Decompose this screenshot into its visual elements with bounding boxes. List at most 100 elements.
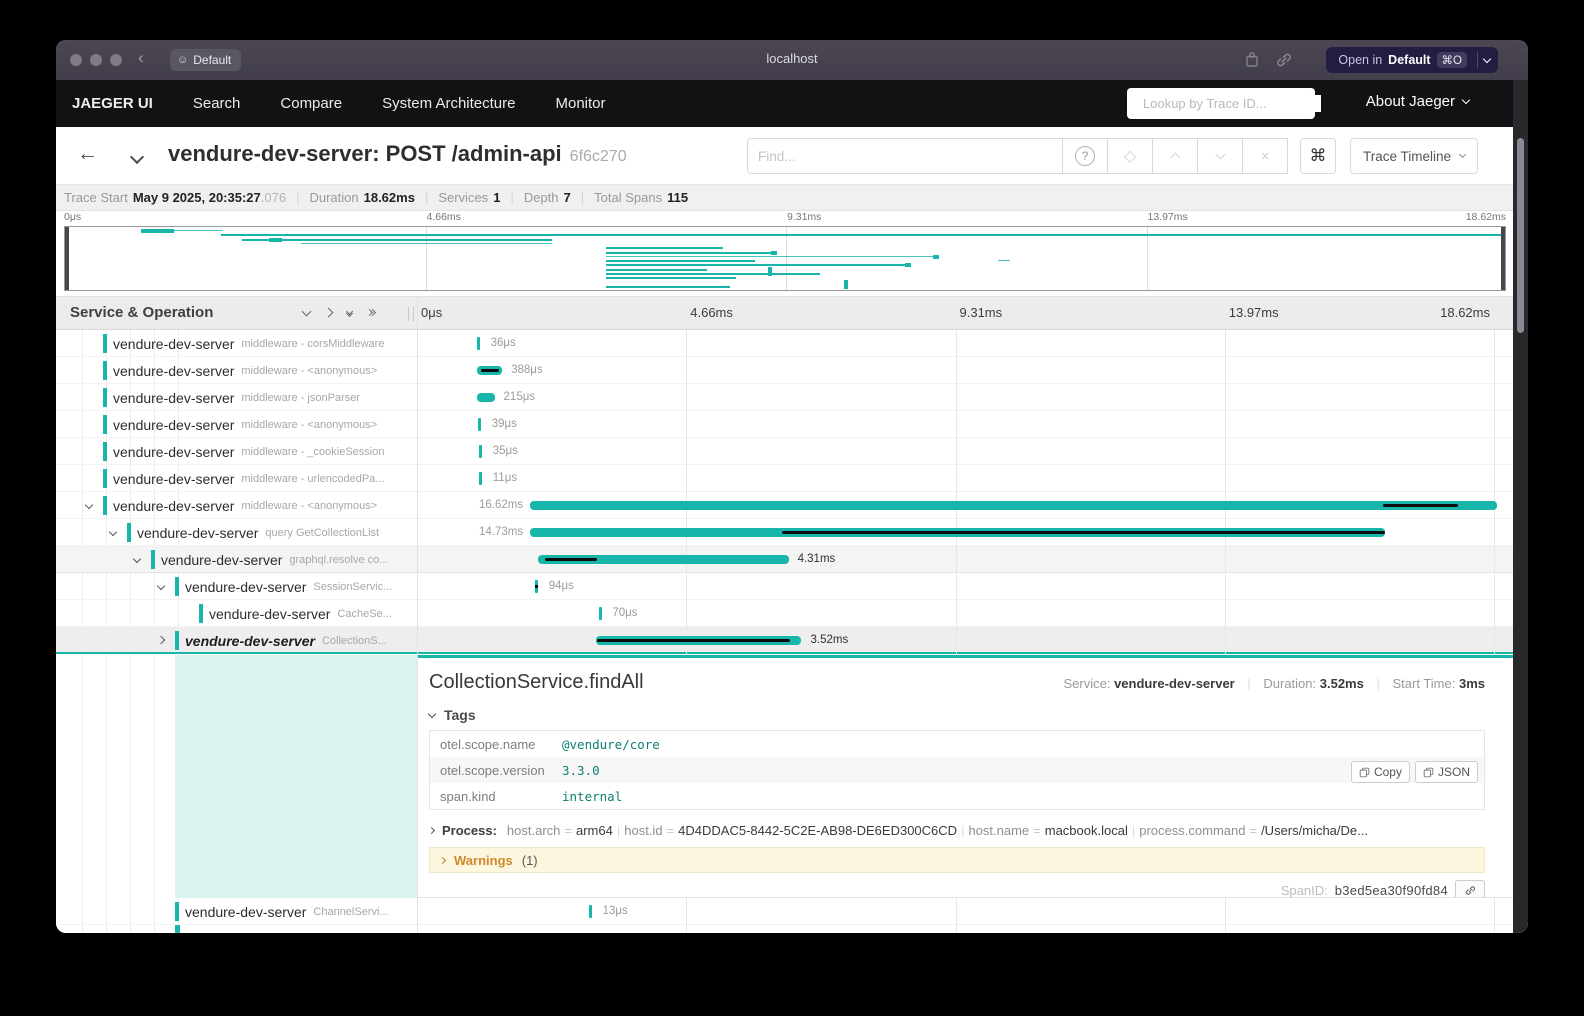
open-in-target: Default bbox=[1388, 53, 1430, 67]
equals-sign: = bbox=[667, 823, 675, 838]
start-time-value: 3ms bbox=[1459, 676, 1485, 691]
span-detail-panel: CollectionService.findAll Service: vendu… bbox=[417, 655, 1513, 898]
chevron-down-icon[interactable] bbox=[85, 501, 93, 509]
service-color-bar bbox=[103, 496, 107, 515]
keyboard-shortcuts-button[interactable]: ⌘ bbox=[1300, 138, 1336, 174]
span-row-left[interactable]: vendure-dev-serverquery GetCollectionLis… bbox=[56, 519, 417, 546]
chevron-down-icon[interactable] bbox=[109, 528, 117, 536]
nav-item-search[interactable]: Search bbox=[193, 95, 241, 112]
span-row-right[interactable]: 36μs bbox=[417, 330, 1494, 357]
span-tick[interactable] bbox=[479, 472, 482, 485]
span-row-left[interactable]: vendure-dev-servermiddleware - _cookieSe… bbox=[56, 438, 417, 465]
span-tick[interactable] bbox=[589, 905, 592, 918]
span-row-left[interactable]: vendure-dev-servermiddleware - urlencode… bbox=[56, 465, 417, 492]
span-row-left[interactable]: vendure-dev-serverSessionServic... bbox=[56, 573, 417, 600]
collapse-trace-chevron-icon[interactable] bbox=[132, 149, 142, 167]
span-row-left[interactable]: vendure-dev-servermiddleware - <anonymou… bbox=[56, 492, 417, 519]
span-bar[interactable] bbox=[477, 393, 494, 402]
spanid-value: b3ed5ea30f90fd84 bbox=[1335, 883, 1448, 898]
chevron-right-icon[interactable] bbox=[157, 636, 165, 644]
warnings-section-toggle[interactable]: Warnings (1) bbox=[429, 847, 1485, 873]
span-tick[interactable] bbox=[478, 418, 481, 431]
span-row-right[interactable]: 215μs bbox=[417, 384, 1494, 411]
services-label: Services bbox=[438, 190, 488, 205]
expand-all-icon[interactable] bbox=[367, 310, 375, 315]
timeline-header: Service & Operation 0μs4.66ms9.31ms13.97… bbox=[56, 296, 1513, 330]
warnings-count: (1) bbox=[522, 853, 538, 868]
span-tick[interactable] bbox=[479, 445, 482, 458]
span-row-left[interactable]: vendure-dev-serverCacheSe... bbox=[56, 600, 417, 627]
tags-section-toggle[interactable]: Tags bbox=[429, 707, 1485, 723]
span-labels: vendure-dev-serverCollectionS... bbox=[185, 627, 417, 654]
trace-summary-bar: Trace Start May 9 2025, 20:35:27.076 | D… bbox=[56, 185, 1513, 211]
scrollbar-thumb[interactable] bbox=[1517, 138, 1524, 333]
deep-link-button[interactable] bbox=[1455, 880, 1485, 898]
copy-link-icon[interactable] bbox=[1274, 50, 1294, 70]
process-key: host.arch bbox=[507, 823, 560, 838]
span-tick[interactable] bbox=[599, 607, 602, 620]
collapse-one-icon[interactable] bbox=[302, 307, 312, 317]
open-in-default-button[interactable]: Open in Default ⌘O bbox=[1326, 47, 1498, 73]
span-row-left[interactable]: vendure-dev-serverChannelServi... bbox=[56, 898, 417, 925]
tag-row[interactable]: otel.scope.name@vendure/core bbox=[430, 731, 1484, 757]
span-row-right[interactable]: 70μs bbox=[417, 600, 1494, 627]
chevron-down-icon[interactable] bbox=[157, 582, 165, 590]
process-section-toggle[interactable]: Process: host.arch=arm64|host.id=4D4DDAC… bbox=[429, 823, 1485, 838]
minimap-gridline bbox=[426, 227, 427, 290]
depth-label: Depth bbox=[524, 190, 559, 205]
span-row-right[interactable]: 39μs bbox=[417, 411, 1494, 438]
chevron-down-icon[interactable] bbox=[1483, 54, 1491, 62]
address-bar[interactable]: localhost bbox=[56, 51, 1528, 66]
span-row-left[interactable]: vendure-dev-servermiddleware - <anonymou… bbox=[56, 411, 417, 438]
minimap-left-drag-handle[interactable] bbox=[65, 227, 69, 290]
span-row-left[interactable]: vendure-dev-servermiddleware - corsMiddl… bbox=[56, 330, 417, 357]
find-help-button[interactable]: ? bbox=[1063, 138, 1108, 174]
span-row-right[interactable]: 94μs bbox=[417, 573, 1494, 600]
span-row-right[interactable]: 16.62ms bbox=[417, 492, 1494, 519]
extensions-puzzle-icon[interactable] bbox=[1242, 50, 1262, 70]
about-jaeger-menu[interactable]: About Jaeger bbox=[1366, 93, 1469, 110]
jaeger-logo[interactable]: JAEGER UI bbox=[72, 95, 153, 112]
find-next-button[interactable] bbox=[1198, 138, 1243, 174]
trace-view-selector[interactable]: Trace Timeline bbox=[1350, 138, 1478, 174]
span-row-left[interactable]: vendure-dev-serverCollectionS... bbox=[56, 627, 417, 654]
span-row-right[interactable]: 13μs bbox=[417, 898, 1494, 925]
scrollbar-track[interactable] bbox=[1513, 80, 1528, 933]
tag-row[interactable]: span.kindinternal bbox=[430, 783, 1484, 809]
nav-item-compare[interactable]: Compare bbox=[280, 95, 342, 112]
nav-item-monitor[interactable]: Monitor bbox=[555, 95, 605, 112]
span-row-left[interactable]: vendure-dev-servermiddleware - <anonymou… bbox=[56, 357, 417, 384]
find-scope-button[interactable]: ◇ bbox=[1108, 138, 1153, 174]
span-row-left[interactable]: vendure-dev-servergraphql.resolve co... bbox=[56, 546, 417, 573]
tag-row[interactable]: otel.scope.version3.3.0 bbox=[430, 757, 1484, 783]
span-bar[interactable] bbox=[530, 501, 1497, 510]
minimap-right-drag-handle[interactable] bbox=[1501, 227, 1505, 290]
expand-one-icon[interactable] bbox=[324, 308, 334, 318]
span-row-left[interactable]: vendure-dev-servermiddleware - jsonParse… bbox=[56, 384, 417, 411]
span-row-right[interactable]: 388μs bbox=[417, 357, 1494, 384]
trace-lookup-input[interactable] bbox=[1141, 95, 1321, 112]
span-tick[interactable] bbox=[477, 337, 480, 350]
chevron-down-icon[interactable] bbox=[133, 555, 141, 563]
find-prev-button[interactable] bbox=[1153, 138, 1198, 174]
collapse-all-icon[interactable] bbox=[347, 309, 352, 316]
warnings-label: Warnings bbox=[454, 853, 513, 868]
nav-item-system-architecture[interactable]: System Architecture bbox=[382, 95, 515, 112]
column-resizer-handle[interactable] bbox=[408, 307, 414, 321]
minimap-span bbox=[242, 239, 552, 241]
json-tags-button[interactable]: JSON bbox=[1415, 761, 1478, 783]
span-row-right[interactable]: 14.73ms bbox=[417, 519, 1494, 546]
span-row-right[interactable]: 35μs bbox=[417, 438, 1494, 465]
span-row-right[interactable]: 11μs bbox=[417, 465, 1494, 492]
copy-tags-button[interactable]: Copy bbox=[1351, 761, 1410, 783]
find-clear-button[interactable]: × bbox=[1243, 138, 1288, 174]
equals-sign: = bbox=[1033, 823, 1041, 838]
find-input[interactable] bbox=[747, 138, 1063, 174]
span-tick[interactable] bbox=[535, 580, 538, 593]
trace-minimap[interactable] bbox=[64, 226, 1506, 291]
span-row-right[interactable]: 3.52ms bbox=[417, 627, 1494, 654]
duration-value: 18.62ms bbox=[364, 190, 415, 205]
back-arrow-icon[interactable]: ← bbox=[77, 142, 98, 166]
service-name: vendure-dev-server bbox=[113, 363, 234, 379]
span-row-right[interactable]: 4.31ms bbox=[417, 546, 1494, 573]
